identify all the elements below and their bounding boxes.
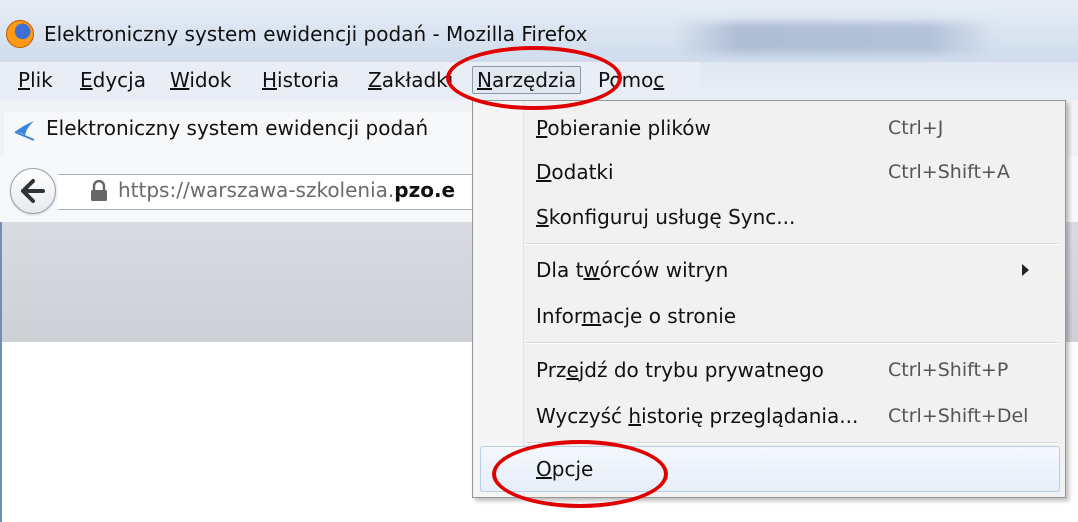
menu-historia[interactable]: Historia bbox=[258, 66, 343, 94]
url-text[interactable]: https://warszawa-szkolenia.pzo.e bbox=[118, 178, 455, 202]
menu-item-pobieranie-plikow[interactable]: Pobieranie plików bbox=[536, 116, 711, 140]
menu-item-informacje[interactable]: Informacje o stronie bbox=[536, 304, 736, 328]
menu-separator bbox=[526, 243, 1058, 245]
back-button[interactable] bbox=[10, 168, 56, 214]
window-left-border bbox=[0, 222, 2, 522]
lock-icon bbox=[91, 180, 107, 201]
back-arrow-icon bbox=[21, 179, 45, 203]
menu-gutter bbox=[473, 101, 524, 497]
annotation-circle-opcje bbox=[492, 440, 668, 508]
firefox-logo-icon bbox=[6, 20, 34, 48]
menu-item-dodatki[interactable]: Dodatki bbox=[536, 160, 614, 184]
menu-zakladki[interactable]: Zakładki bbox=[364, 66, 457, 94]
menu-separator bbox=[526, 342, 1058, 344]
menu-item-tryb-prywatny[interactable]: Przejdź do trybu prywatnego bbox=[536, 358, 824, 382]
menu-edycja[interactable]: Edycja bbox=[76, 66, 150, 94]
menu-item-wyczysc-historie[interactable]: Wyczyść historię przeglądania... bbox=[536, 404, 858, 428]
menu-widok[interactable]: Widok bbox=[166, 66, 235, 94]
menu-plik[interactable]: Plik bbox=[14, 66, 57, 94]
tab-title: Elektroniczny system ewidencji podań bbox=[46, 116, 429, 140]
menu-bar-rest bbox=[700, 62, 1078, 100]
shortcut-pobieranie: Ctrl+J bbox=[888, 117, 944, 139]
shortcut-wyczysc: Ctrl+Shift+Del bbox=[888, 405, 1029, 427]
annotation-circle-narzedzia bbox=[446, 46, 622, 110]
window-title: Elektroniczny system ewidencji podań - M… bbox=[44, 22, 588, 46]
menu-item-sync[interactable]: Skonfiguruj usługę Sync... bbox=[536, 205, 795, 229]
menu-item-dla-tworcow[interactable]: Dla twórców witryn bbox=[536, 258, 728, 282]
favicon-icon bbox=[14, 121, 35, 141]
shortcut-dodatki: Ctrl+Shift+A bbox=[888, 161, 1010, 183]
blurred-background-window bbox=[675, 22, 995, 54]
shortcut-tryb-prywatny: Ctrl+Shift+P bbox=[888, 359, 1009, 381]
submenu-arrow-icon bbox=[1022, 264, 1029, 276]
